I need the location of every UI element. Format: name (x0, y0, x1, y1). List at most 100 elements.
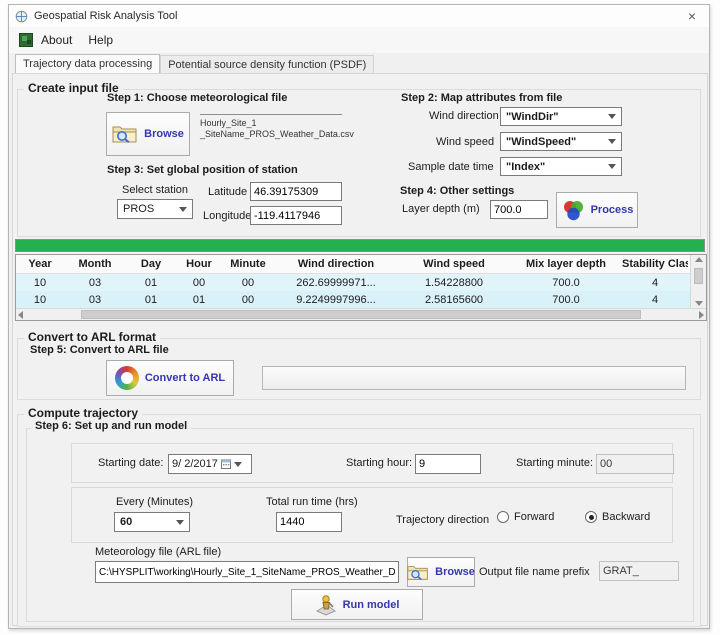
layer-depth-input[interactable] (490, 200, 548, 219)
chevron-down-icon (176, 520, 184, 525)
browse-met-file-label: Browse (144, 128, 184, 140)
cell: 4 (622, 277, 688, 289)
cell: 4 (622, 294, 688, 306)
col-day[interactable]: Day (126, 258, 176, 270)
backward-radio[interactable]: Backward (585, 511, 650, 523)
scroll-right-icon[interactable] (699, 311, 704, 319)
step5-title: Step 5: Convert to ARL file (30, 344, 169, 356)
step1-title: Step 1: Choose meteorological file (107, 92, 287, 104)
wind-direction-dropdown[interactable]: "WindDir" (500, 107, 622, 126)
process-button[interactable]: Process (556, 192, 638, 228)
run-model-button[interactable]: Run model (291, 589, 423, 620)
radio-circle-icon (497, 511, 509, 523)
sample-date-time-dropdown[interactable]: "Index" (500, 157, 622, 176)
folder-magnifier-icon (112, 124, 138, 144)
wind-direction-label: Wind direction (429, 110, 499, 122)
station-value: PROS (123, 203, 154, 215)
scroll-left-icon[interactable] (18, 311, 23, 319)
col-minute[interactable]: Minute (222, 258, 274, 270)
cell: 03 (64, 277, 126, 289)
starting-minute-input[interactable] (596, 454, 674, 474)
cell: 00 (222, 277, 274, 289)
step6-title: Step 6: Set up and run model (31, 420, 191, 432)
longitude-label: Longitude (203, 210, 251, 222)
menu-about[interactable]: About (33, 30, 80, 50)
convert-to-arl-label: Convert to ARL (145, 372, 225, 384)
wind-speed-dropdown[interactable]: "WindSpeed" (500, 132, 622, 151)
menu-help[interactable]: Help (80, 30, 121, 50)
table-row[interactable]: 10 03 01 01 00 9.2249997996... 2.5816560… (16, 291, 690, 308)
chevron-down-icon (608, 139, 616, 144)
cell: 1.54228800 (398, 277, 510, 289)
scroll-down-icon[interactable] (695, 301, 703, 306)
selected-file-line1: Hourly_Site_1 (200, 118, 342, 129)
cell: 700.0 (510, 277, 622, 289)
forward-radio[interactable]: Forward (497, 511, 554, 523)
convert-arl-group: Convert to ARL format Step 5: Convert to… (17, 338, 701, 400)
trajectory-direction-label: Trajectory direction (396, 514, 489, 526)
close-button[interactable]: × (675, 5, 709, 27)
process-progress-bar (15, 239, 705, 252)
table-horizontal-scrollbar[interactable] (16, 308, 706, 320)
col-wind-direction[interactable]: Wind direction (274, 258, 398, 270)
latitude-input[interactable] (250, 182, 342, 201)
step4-title: Step 4: Other settings (400, 185, 514, 197)
backward-radio-label: Backward (602, 511, 650, 523)
met-file-input[interactable] (95, 561, 399, 583)
cell: 262.69999971... (274, 277, 398, 289)
chevron-down-icon (608, 114, 616, 119)
selected-file-line2: _SiteName_PROS_Weather_Data.csv (200, 129, 342, 140)
total-run-time-input[interactable] (276, 512, 342, 532)
output-prefix-input[interactable] (599, 561, 679, 581)
cell: 00 (222, 294, 274, 306)
step6-group: Step 6: Set up and run model Starting da… (26, 428, 694, 622)
run-model-label: Run model (343, 599, 400, 611)
compute-trajectory-group: Compute trajectory Step 6: Set up and ru… (17, 414, 701, 627)
compute-trajectory-group-title: Compute trajectory (24, 406, 142, 420)
select-station-label: Select station (122, 184, 188, 196)
calendar-icon (221, 459, 231, 469)
menu-green-icon (19, 33, 33, 47)
starting-date-picker[interactable]: 9/ 2/2017 (168, 454, 252, 474)
cell: 03 (64, 294, 126, 306)
cell: 01 (126, 277, 176, 289)
met-file-label: Meteorology file (ARL file) (95, 546, 221, 558)
col-mix-layer-depth[interactable]: Mix layer depth (510, 258, 622, 270)
run-settings-panel: Every (Minutes) 60 Total run time (hrs) … (71, 487, 673, 543)
col-stability-class[interactable]: Stability Class (622, 258, 688, 270)
menu-bar: About Help (9, 27, 709, 53)
weather-data-table: Year Month Day Hour Minute Wind directio… (15, 254, 707, 321)
station-dropdown[interactable]: PROS (117, 199, 193, 219)
step2-title: Step 2: Map attributes from file (401, 92, 562, 104)
every-minutes-label: Every (Minutes) (116, 496, 193, 508)
table-vertical-scrollbar[interactable] (690, 255, 706, 308)
app-window: Geospatial Risk Analysis Tool × About He… (8, 4, 710, 629)
app-icon (15, 10, 28, 23)
folder-magnifier-icon (407, 564, 429, 581)
runner-icon (315, 594, 337, 616)
tab-trajectory-data-processing[interactable]: Trajectory data processing (15, 54, 160, 74)
cell: 01 (126, 294, 176, 306)
table-row[interactable]: 10 03 01 00 00 262.69999971... 1.5422880… (16, 274, 690, 291)
browse-arl-file-button[interactable]: Browse (407, 557, 475, 587)
convert-to-arl-button[interactable]: Convert to ARL (106, 360, 234, 396)
chevron-down-icon (234, 462, 242, 467)
sample-date-time-label: Sample date time (408, 161, 494, 173)
tab-psdf[interactable]: Potential source density function (PSDF) (160, 55, 374, 74)
total-run-time-label: Total run time (hrs) (266, 496, 358, 508)
vertical-scroll-thumb[interactable] (694, 268, 703, 284)
longitude-input[interactable] (250, 206, 342, 225)
cell: 10 (16, 277, 64, 289)
starting-hour-input[interactable] (415, 454, 481, 474)
scroll-up-icon[interactable] (695, 257, 703, 262)
col-month[interactable]: Month (64, 258, 126, 270)
every-minutes-dropdown[interactable]: 60 (114, 512, 190, 532)
col-year[interactable]: Year (16, 258, 64, 270)
horizontal-scroll-thumb[interactable] (81, 310, 641, 319)
col-wind-speed[interactable]: Wind speed (398, 258, 510, 270)
browse-arl-file-label: Browse (435, 566, 475, 578)
col-hour[interactable]: Hour (176, 258, 222, 270)
browse-met-file-button[interactable]: Browse (106, 112, 190, 156)
forward-radio-label: Forward (514, 511, 554, 523)
process-label: Process (591, 204, 634, 216)
